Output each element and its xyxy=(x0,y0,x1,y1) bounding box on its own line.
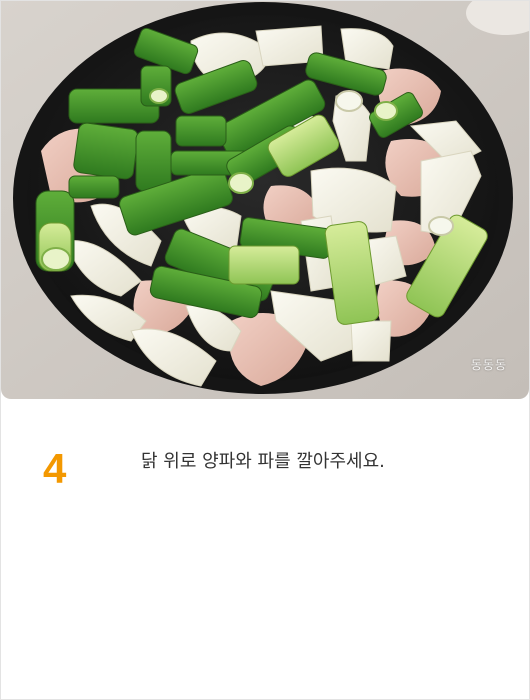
pan-illustration xyxy=(1,1,529,399)
photo-watermark: 동동동 xyxy=(470,358,507,372)
step-number: 4 xyxy=(43,445,67,492)
recipe-step-card: 동동동 4 닭 위로 양파와 파를 깔아주세요. xyxy=(0,0,530,700)
recipe-step-photo: 동동동 xyxy=(1,1,529,399)
step-instruction: 닭 위로 양파와 파를 깔아주세요. xyxy=(141,451,385,472)
